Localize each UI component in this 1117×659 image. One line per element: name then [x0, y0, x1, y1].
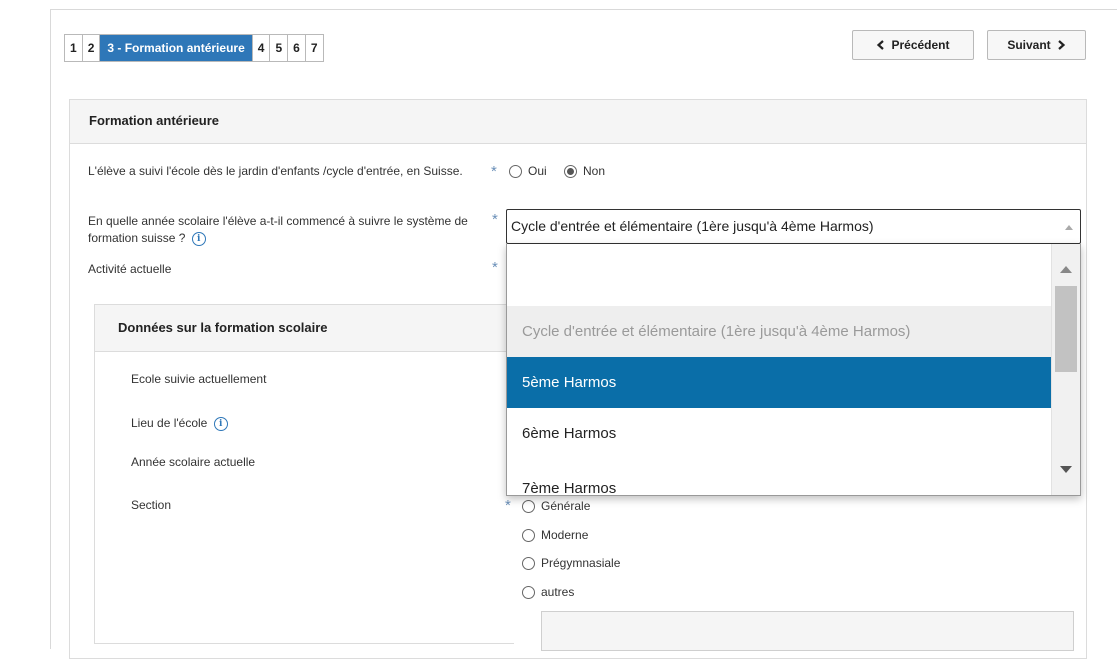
current-activity-label: Activité actuelle: [88, 262, 172, 276]
radio-autres-circle[interactable]: [522, 585, 535, 599]
dropdown-option-5eme[interactable]: 5ème Harmos: [507, 357, 1053, 408]
panel-title: Formation antérieure: [70, 100, 1086, 144]
scroll-up-arrow-icon[interactable]: [1060, 266, 1072, 273]
section-field-label: Section: [131, 498, 172, 512]
start-year-dropdown-list[interactable]: Cycle d'entrée et élémentaire (1ère jusq…: [506, 244, 1081, 496]
info-icon[interactable]: i: [213, 416, 228, 431]
school-field-label: Ecole suivie actuellement: [131, 372, 267, 386]
previous-button[interactable]: Précédent: [852, 30, 974, 60]
caret-up-icon: [1065, 225, 1073, 230]
dropdown-options: Cycle d'entrée et élémentaire (1ère jusq…: [507, 244, 1053, 495]
dropdown-option-7eme[interactable]: 7ème Harmos: [507, 459, 1053, 495]
year-field-label: Année scolaire actuelle: [131, 455, 256, 469]
start-year-question: En quelle année scolaire l'élève a-t-il …: [88, 213, 468, 247]
radio-generale[interactable]: Générale: [522, 499, 590, 513]
radio-oui-circle[interactable]: [509, 164, 522, 178]
dropdown-scrollbar[interactable]: [1051, 244, 1080, 495]
kindergarten-question-label: L'élève a suivi l'école dès le jardin d'…: [88, 164, 463, 178]
next-button[interactable]: Suivant: [987, 30, 1086, 60]
chevron-right-icon: [1057, 40, 1065, 50]
step-2[interactable]: 2: [83, 35, 101, 61]
school-data-title: Données sur la formation scolaire: [95, 305, 514, 352]
step-7[interactable]: 7: [306, 35, 323, 61]
radio-autres[interactable]: autres: [522, 585, 574, 599]
radio-oui-label: Oui: [528, 164, 547, 178]
radio-non-label: Non: [583, 164, 606, 178]
radio-pregymnasiale[interactable]: Prégymnasiale: [522, 556, 620, 570]
school-data-panel: Données sur la formation scolaire: [94, 304, 514, 644]
previous-button-label: Précédent: [891, 38, 950, 52]
dropdown-option-6eme[interactable]: 6ème Harmos: [507, 408, 1053, 459]
start-year-select-value: Cycle d'entrée et élémentaire (1ère jusq…: [511, 218, 874, 234]
next-button-label: Suivant: [1007, 38, 1051, 52]
required-marker: *: [505, 497, 511, 514]
step-5[interactable]: 5: [270, 35, 289, 61]
step-4[interactable]: 4: [253, 35, 271, 61]
radio-pregymnasiale-circle[interactable]: [522, 556, 535, 570]
dropdown-option-empty[interactable]: [507, 244, 1053, 306]
radio-oui[interactable]: Oui: [509, 164, 547, 178]
location-field-label: Lieu de l'école: [131, 416, 208, 430]
radio-generale-circle[interactable]: [522, 499, 535, 513]
radio-non-circle[interactable]: [564, 164, 577, 178]
radio-moderne-label: Moderne: [541, 528, 589, 542]
step-6[interactable]: 6: [288, 35, 306, 61]
other-section-input[interactable]: [541, 611, 1074, 651]
step-navigation: 1 2 3 - Formation antérieure 4 5 6 7: [64, 34, 324, 62]
dropdown-option-cycle: Cycle d'entrée et élémentaire (1ère jusq…: [507, 306, 1053, 357]
step-1[interactable]: 1: [65, 35, 83, 61]
scroll-down-arrow-icon[interactable]: [1060, 466, 1072, 473]
radio-moderne-circle[interactable]: [522, 528, 535, 542]
start-year-question-label: En quelle année scolaire l'élève a-t-il …: [88, 214, 468, 245]
radio-moderne[interactable]: Moderne: [522, 528, 588, 542]
radio-non[interactable]: Non: [564, 164, 605, 178]
required-marker: *: [491, 163, 497, 180]
radio-pregymnasiale-label: Prégymnasiale: [541, 556, 621, 570]
chevron-left-icon: [877, 40, 885, 50]
scrollbar-thumb[interactable]: [1055, 286, 1077, 372]
start-year-select[interactable]: Cycle d'entrée et élémentaire (1ère jusq…: [506, 209, 1081, 244]
required-marker: *: [492, 211, 498, 228]
step-3-current[interactable]: 3 - Formation antérieure: [100, 35, 253, 61]
location-field: Lieu de l'école i: [131, 415, 531, 432]
radio-generale-label: Générale: [541, 499, 591, 513]
info-icon[interactable]: i: [191, 231, 206, 246]
required-marker: *: [492, 259, 498, 276]
radio-autres-label: autres: [541, 585, 575, 599]
